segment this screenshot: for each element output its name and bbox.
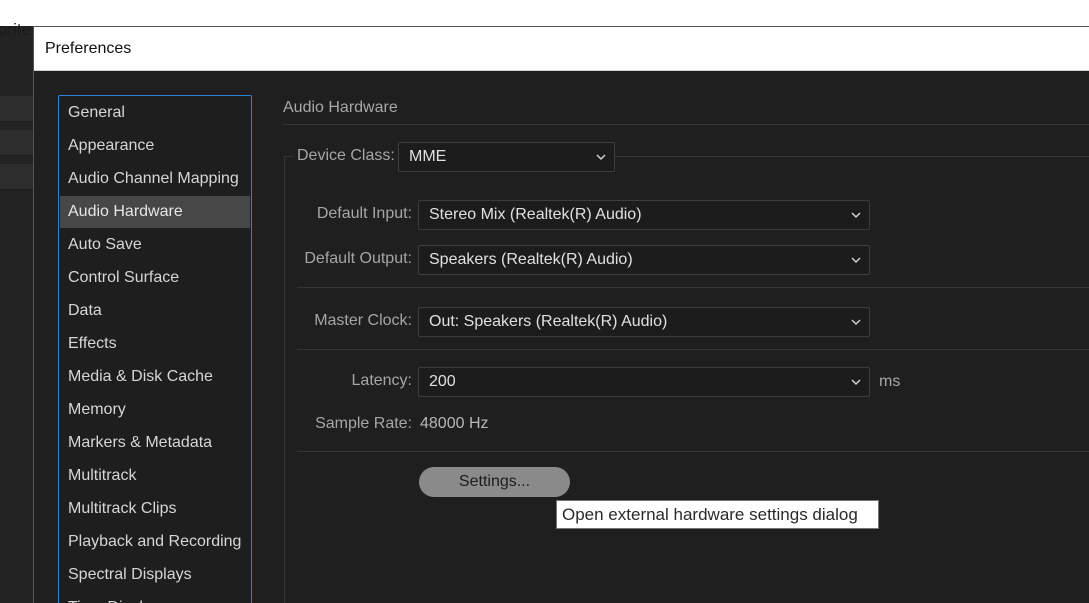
category-item-multitrack-clips[interactable]: Multitrack Clips — [60, 493, 250, 525]
dialog-titlebar[interactable]: Preferences — [34, 27, 1089, 71]
master-clock-value: Out: Speakers (Realtek(R) Audio) — [429, 313, 668, 330]
divider — [297, 451, 1089, 452]
category-item-memory[interactable]: Memory — [60, 394, 250, 426]
latency-dropdown[interactable]: 200 — [418, 367, 870, 397]
category-item-audio-channel-mapping[interactable]: Audio Channel Mapping — [60, 163, 250, 195]
preferences-dialog: Preferences General Appearance Audio Cha… — [33, 26, 1089, 603]
category-item-effects[interactable]: Effects — [60, 328, 250, 360]
category-item-appearance[interactable]: Appearance — [60, 130, 250, 162]
category-item-playback-recording[interactable]: Playback and Recording — [60, 526, 250, 558]
chevron-down-icon — [851, 210, 861, 220]
category-item-spectral-displays[interactable]: Spectral Displays — [60, 559, 250, 591]
background-menu-text: orite — [0, 20, 32, 39]
chevron-down-icon — [851, 377, 861, 387]
default-output-dropdown[interactable]: Speakers (Realtek(R) Audio) — [418, 245, 870, 275]
latency-value: 200 — [429, 373, 456, 390]
default-input-dropdown[interactable]: Stereo Mix (Realtek(R) Audio) — [418, 200, 870, 230]
divider — [297, 287, 1089, 288]
master-clock-dropdown[interactable]: Out: Speakers (Realtek(R) Audio) — [418, 307, 870, 337]
master-clock-label: Master Clock: — [314, 312, 412, 329]
latency-unit: ms — [879, 373, 901, 390]
category-item-audio-hardware[interactable]: Audio Hardware — [60, 196, 250, 228]
chevron-down-icon — [596, 152, 606, 162]
background-menu-strip — [0, 0, 1089, 26]
divider — [297, 349, 1089, 350]
chevron-down-icon — [851, 255, 861, 265]
category-item-general[interactable]: General — [60, 97, 250, 129]
category-item-media-disk-cache[interactable]: Media & Disk Cache — [60, 361, 250, 393]
section-title: Audio Hardware — [283, 99, 398, 116]
dialog-title: Preferences — [45, 40, 132, 57]
device-class-label: Device Class: — [293, 147, 399, 165]
device-class-value: MME — [409, 148, 447, 165]
section-divider — [283, 124, 1089, 125]
settings-tooltip: Open external hardware settings dialog — [556, 500, 879, 529]
settings-button[interactable]: Settings... — [419, 467, 570, 497]
category-item-time-display[interactable]: Time Display — [60, 592, 250, 603]
category-item-auto-save[interactable]: Auto Save — [60, 229, 250, 261]
category-item-multitrack[interactable]: Multitrack — [60, 460, 250, 492]
latency-label: Latency: — [351, 372, 412, 389]
default-output-label: Default Output: — [304, 250, 412, 267]
chevron-down-icon — [851, 317, 861, 327]
sample-rate-value: 48000 Hz — [420, 415, 489, 432]
category-item-data[interactable]: Data — [60, 295, 250, 327]
default-input-label: Default Input: — [316, 205, 412, 222]
category-item-control-surface[interactable]: Control Surface — [60, 262, 250, 294]
category-item-markers-metadata[interactable]: Markers & Metadata — [60, 427, 250, 459]
category-list[interactable]: General Appearance Audio Channel Mapping… — [58, 95, 252, 603]
sample-rate-label: Sample Rate: — [315, 415, 412, 432]
device-class-dropdown[interactable]: MME — [398, 142, 615, 172]
default-output-value: Speakers (Realtek(R) Audio) — [429, 251, 633, 268]
default-input-value: Stereo Mix (Realtek(R) Audio) — [429, 206, 642, 223]
